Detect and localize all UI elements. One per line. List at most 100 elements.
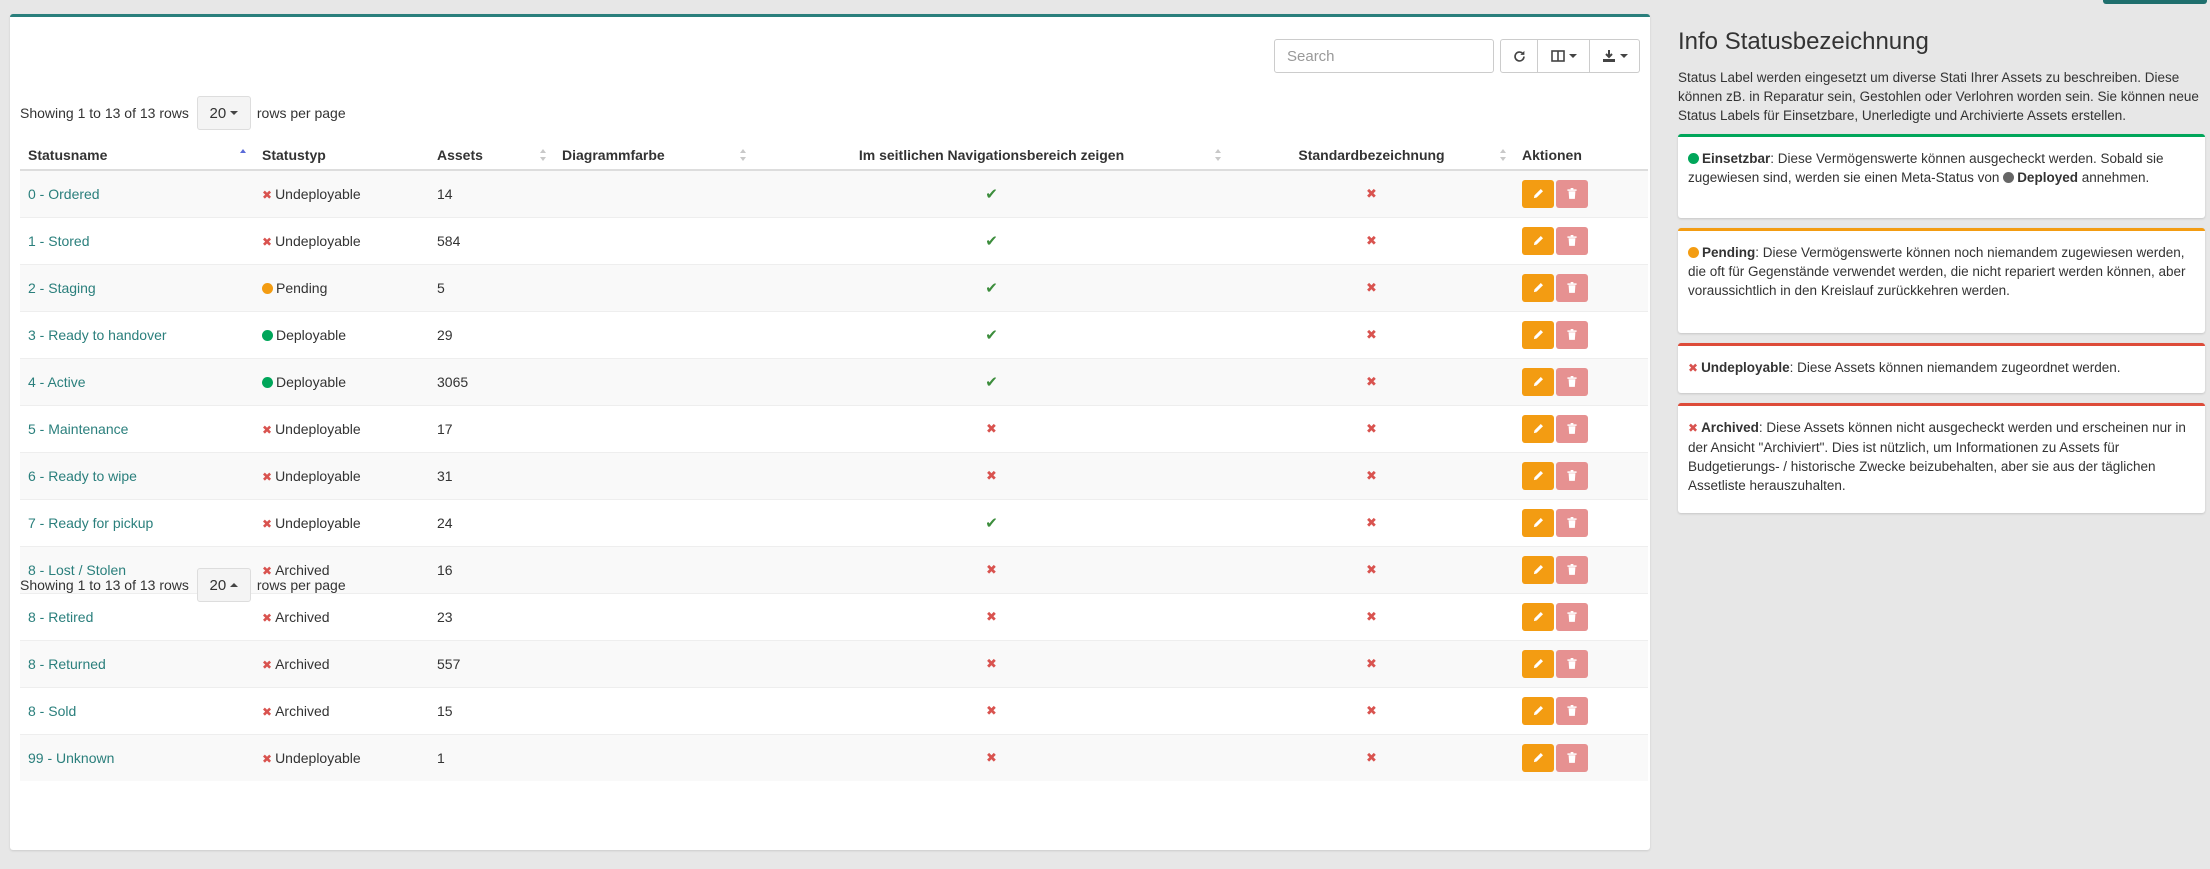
edit-button[interactable] [1522,226,1554,255]
cell-show-in-nav: ✖ [754,545,1229,593]
status-name-link[interactable]: 8 - Retired [28,609,93,625]
header-label: Im seitlichen Navigationsbereich zeigen [858,146,1125,163]
delete-button[interactable] [1556,414,1588,443]
asset-count: 584 [437,232,461,249]
x-icon: ✖ [262,657,273,672]
status-name-link[interactable]: 8 - Sold [28,703,76,719]
status-name-link[interactable]: 2 - Staging [28,280,96,296]
delete-button[interactable] [1556,555,1588,584]
status-name-link[interactable]: 4 - Active [28,374,86,390]
cell-statustyp: ✖ Archived [254,686,429,734]
search-input[interactable] [1274,39,1494,73]
delete-button[interactable] [1556,461,1588,490]
edit-button[interactable] [1522,696,1554,725]
cell-statustyp: ✖ Undeployable [254,169,429,217]
status-type-text: Archived [275,655,330,672]
delete-button[interactable] [1556,696,1588,725]
edit-button[interactable] [1522,461,1554,490]
delete-button[interactable] [1556,320,1588,349]
x-icon: ✖ [1366,374,1377,389]
status-name-link[interactable]: 1 - Stored [28,233,89,249]
cell-assets: 3065 [429,357,554,405]
asset-count: 16 [437,561,453,578]
cell-assets: 17 [429,404,554,452]
cell-statustyp: ✖ Undeployable [254,498,429,546]
edit-button[interactable] [1522,414,1554,443]
cell-statusname: 8 - Returned [20,639,254,687]
column-header-assets[interactable]: Assets [429,140,554,171]
undeployable-label: Undeployable [1701,360,1790,375]
cell-assets: 29 [429,310,554,358]
edit-button[interactable] [1522,743,1554,772]
status-name-link[interactable]: 7 - Ready for pickup [28,515,153,531]
delete-button[interactable] [1556,743,1588,772]
x-icon: ✖ [1366,656,1377,671]
cell-show-in-nav: ✔ [754,216,1229,264]
edit-button[interactable] [1522,273,1554,302]
export-button[interactable] [1590,39,1640,73]
edit-button[interactable] [1522,508,1554,537]
rows-per-page-value: 20 [209,576,227,594]
cell-statustyp: Pending [254,263,429,311]
x-icon: ✖ [262,422,273,437]
delete-button[interactable] [1556,508,1588,537]
table-row: 8 - Returned ✖ Archived 557 ✖ ✖ [20,639,1648,687]
header-label: Statusname [28,146,108,163]
trash-icon [1567,517,1577,528]
header-label: Diagrammfarbe [562,146,665,163]
deployed-meta-label: Deployed [2017,170,2078,185]
edit-button[interactable] [1522,179,1554,208]
info-box-archived: ✖ Archived: Diese Assets können nicht aus… [1678,403,2205,513]
trash-icon [1567,611,1577,622]
undeployable-text: : Diese Assets können niemandem zugeordn… [1789,360,2121,375]
edit-button[interactable] [1522,649,1554,678]
table-row: 6 - Ready to wipe ✖ Undeployable 31 ✖ ✖ [20,451,1648,499]
rows-per-page-value: 20 [209,104,227,122]
cell-default-label: ✖ [1229,357,1514,405]
status-name-link[interactable]: 3 - Ready to handover [28,327,167,343]
cell-default-label: ✖ [1229,592,1514,640]
edit-button[interactable] [1522,367,1554,396]
delete-button[interactable] [1556,649,1588,678]
status-type-text: Undeployable [275,467,361,484]
delete-button[interactable] [1556,602,1588,631]
delete-button[interactable] [1556,273,1588,302]
status-name-link[interactable]: 8 - Returned [28,656,106,672]
status-name-link[interactable]: 5 - Maintenance [28,421,128,437]
column-header-show-in-nav[interactable]: Im seitlichen Navigationsbereich zeigen [754,140,1229,171]
x-icon: ✖ [262,469,273,484]
cell-statusname: 7 - Ready for pickup [20,498,254,546]
table-row: 99 - Unknown ✖ Undeployable 1 ✖ ✖ [20,733,1648,781]
cell-actions [1514,404,1648,452]
status-name-link[interactable]: 6 - Ready to wipe [28,468,137,484]
column-header-diagrammfarbe[interactable]: Diagrammfarbe [554,140,754,171]
cell-statustyp: Deployable [254,310,429,358]
delete-button[interactable] [1556,367,1588,396]
column-header-statusname[interactable]: Statusname [20,140,254,171]
delete-button[interactable] [1556,179,1588,208]
cell-statusname: 2 - Staging [20,263,254,311]
rows-per-page-dropdown[interactable]: 20 [196,96,251,130]
status-name-link[interactable]: 0 - Ordered [28,186,100,202]
edit-button[interactable] [1522,555,1554,584]
x-icon: ✖ [1688,361,1699,375]
pagination-top: Showing 1 to 13 of 13 rows 20 rows per p… [20,96,346,130]
column-header-default-label[interactable]: Standardbezeichnung [1229,140,1514,171]
status-name-link[interactable]: 99 - Unknown [28,750,114,766]
cell-show-in-nav: ✖ [754,686,1229,734]
cell-chart-color [554,404,754,452]
top-header-button-edge[interactable] [2103,0,2207,4]
rows-per-page-dropup[interactable]: 20 [196,568,251,602]
deployable-dot-icon [262,376,273,388]
refresh-button[interactable] [1500,39,1538,73]
pending-dot-icon [1688,247,1699,258]
cell-actions [1514,686,1648,734]
columns-toggle-button[interactable] [1538,39,1590,73]
x-icon: ✖ [262,610,273,625]
x-icon: ✖ [262,187,273,202]
delete-button[interactable] [1556,226,1588,255]
edit-button[interactable] [1522,602,1554,631]
sidebar-intro: Status Label werden eingesetzt um divers… [1678,70,2199,123]
trash-icon [1567,235,1577,246]
edit-button[interactable] [1522,320,1554,349]
